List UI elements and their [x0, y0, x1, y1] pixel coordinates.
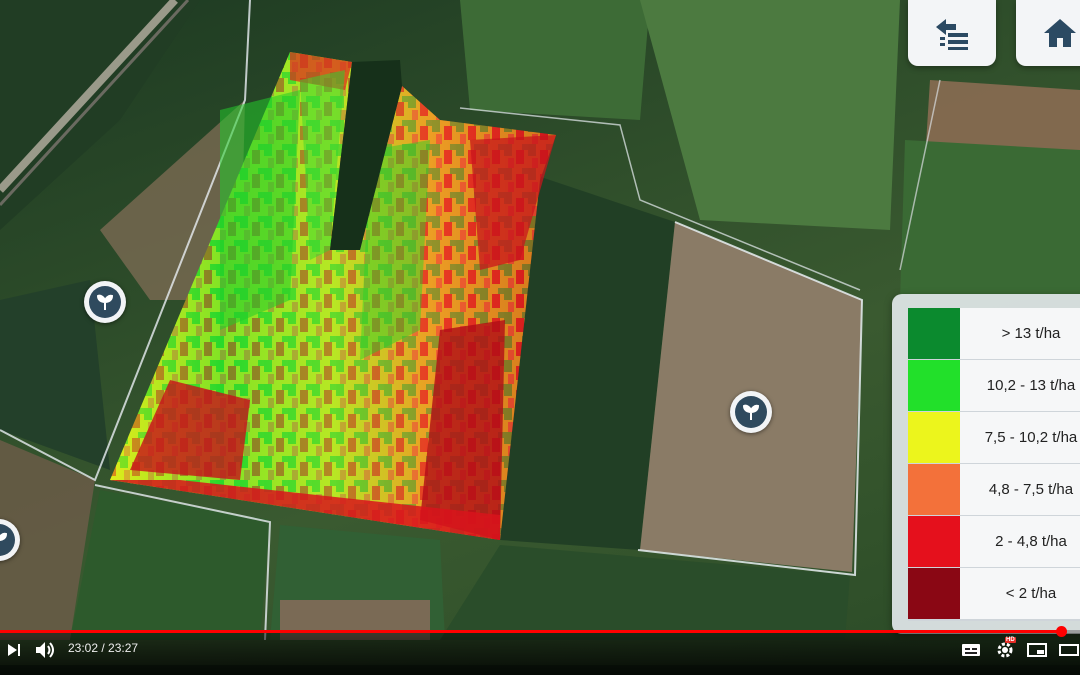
legend-item: 2 - 4,8 t/ha: [908, 516, 1080, 569]
field-marker[interactable]: [84, 281, 126, 323]
legend-item: 7,5 - 10,2 t/ha: [908, 412, 1080, 465]
back-to-list-button[interactable]: [908, 0, 996, 66]
hd-badge: HD: [1005, 637, 1016, 643]
legend-item: > 13 t/ha: [908, 308, 1080, 361]
gear-icon: [997, 642, 1013, 658]
legend-swatch: [908, 464, 960, 515]
legend-swatch: [908, 516, 960, 567]
legend-label: 10,2 - 13 t/ha: [960, 360, 1080, 411]
legend-label: < 2 t/ha: [960, 568, 1080, 619]
back-list-icon: [936, 19, 968, 50]
legend-item: 4,8 - 7,5 t/ha: [908, 464, 1080, 517]
legend-item: < 2 t/ha: [908, 568, 1080, 621]
legend-label: 4,8 - 7,5 t/ha: [960, 464, 1080, 515]
video-player-controls: 23:02 / 23:27 HD: [0, 626, 1080, 675]
miniplayer-button[interactable]: [1026, 639, 1048, 661]
settings-button[interactable]: HD: [994, 637, 1016, 661]
home-icon: [1044, 19, 1076, 47]
skip-next-icon: [8, 644, 20, 656]
next-button[interactable]: [4, 639, 24, 661]
legend-swatch: [908, 308, 960, 359]
theater-mode-button[interactable]: [1058, 639, 1080, 661]
plant-icon: [0, 524, 15, 556]
legend-label: > 13 t/ha: [960, 308, 1080, 359]
legend-swatch: [908, 412, 960, 463]
plant-icon: [735, 396, 767, 428]
volume-button[interactable]: [34, 639, 58, 661]
legend-label: 7,5 - 10,2 t/ha: [960, 412, 1080, 463]
satellite-map[interactable]: > 13 t/ha 10,2 - 13 t/ha 7,5 - 10,2 t/ha…: [0, 0, 1080, 665]
legend-swatch: [908, 360, 960, 411]
legend-label: 2 - 4,8 t/ha: [960, 516, 1080, 567]
legend-item: 10,2 - 13 t/ha: [908, 360, 1080, 413]
scrubber-handle[interactable]: [1055, 626, 1067, 637]
progress-bar[interactable]: [0, 626, 1080, 637]
miniplayer-icon: [1027, 643, 1047, 657]
yield-legend: > 13 t/ha 10,2 - 13 t/ha 7,5 - 10,2 t/ha…: [892, 294, 1080, 634]
volume-icon: [36, 642, 54, 658]
subtitles-button[interactable]: [960, 639, 982, 661]
subtitles-icon: [962, 644, 980, 656]
home-button[interactable]: [1016, 0, 1080, 66]
legend-swatch: [908, 568, 960, 619]
field-marker[interactable]: [730, 391, 772, 433]
progress-fill: [0, 630, 1061, 633]
theater-icon: [1059, 644, 1079, 656]
time-display: 23:02 / 23:27: [68, 641, 139, 655]
plant-icon: [89, 286, 121, 318]
